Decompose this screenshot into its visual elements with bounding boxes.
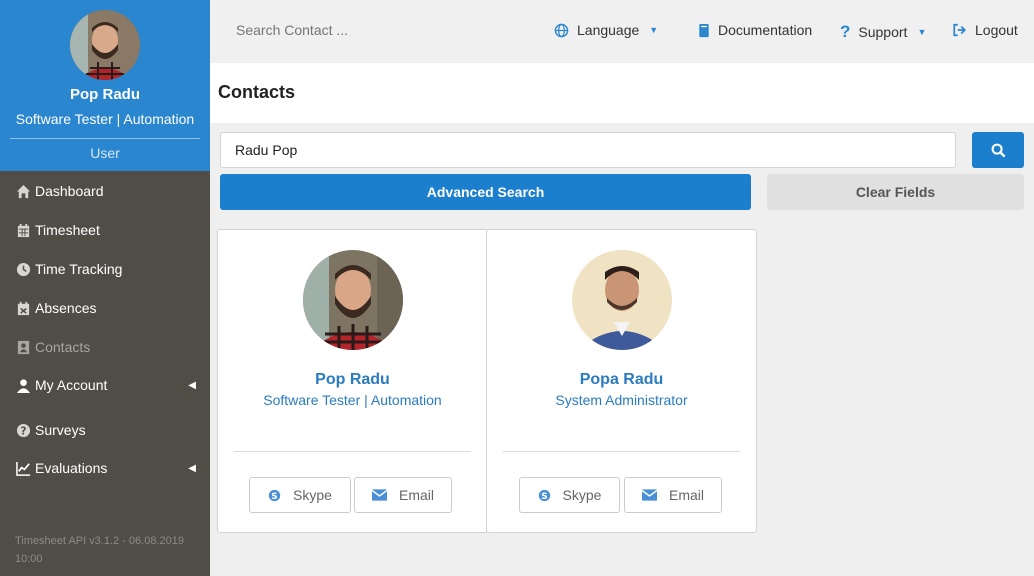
clock-icon <box>16 262 31 276</box>
envelope-icon <box>641 489 657 501</box>
page-header: Contacts <box>210 63 1034 123</box>
sidebar-item-timesheet[interactable]: Timesheet <box>0 212 210 248</box>
email-label: Email <box>398 487 434 503</box>
globe-icon <box>554 23 569 37</box>
sidebar-item-label: Contacts <box>35 339 91 355</box>
sidebar-item-time-tracking[interactable]: Time Tracking <box>0 251 210 287</box>
caret-down-icon: ▼ <box>649 25 659 35</box>
logout-label: Logout <box>975 22 1018 38</box>
avatar <box>303 250 403 350</box>
version-text: Timesheet API v3.1.2 - 06.08.2019 10:00 <box>15 535 184 565</box>
profile-panel: Pop Radu Software Tester | Automation Us… <box>0 0 210 171</box>
clear-fields-button[interactable]: Clear Fields <box>767 174 1024 210</box>
calendar-x-icon <box>17 301 30 315</box>
sidebar-item-label: Timesheet <box>35 222 100 238</box>
avatar <box>70 10 140 80</box>
svg-text:?: ? <box>21 425 27 437</box>
question-circle-icon: ? <box>16 423 31 437</box>
contact-search-input[interactable] <box>220 132 956 168</box>
sidebar-item-my-account[interactable]: My Account ◀ <box>0 367 210 403</box>
contact-card: Pop Radu Software Tester | Automation S … <box>217 229 488 533</box>
line-chart-icon <box>16 461 31 476</box>
sidebar-item-label: Dashboard <box>35 183 104 199</box>
caret-left-icon: ◀ <box>188 462 196 474</box>
avatar <box>572 250 672 350</box>
profile-title: Software Tester | Automation <box>15 111 195 127</box>
advanced-search-button[interactable]: Advanced Search <box>220 174 751 210</box>
contact-card: Popa Radu System Administrator S Skype E… <box>486 229 757 533</box>
search-button[interactable] <box>972 132 1024 168</box>
home-icon <box>16 184 31 198</box>
contact-card-icon <box>17 340 30 354</box>
language-dropdown[interactable]: Language ▼ <box>554 22 658 38</box>
support-dropdown[interactable]: ? Support ▼ <box>840 22 926 42</box>
skype-icon: S <box>268 489 281 501</box>
envelope-icon <box>371 489 387 501</box>
card-divider <box>234 451 471 452</box>
support-label: Support <box>858 24 908 40</box>
caret-left-icon: ◀ <box>188 379 196 391</box>
card-divider <box>503 451 740 452</box>
skype-icon: S <box>538 489 550 501</box>
sidebar-item-label: Surveys <box>35 422 86 438</box>
sidebar-item-evaluations[interactable]: Evaluations ◀ <box>0 450 210 486</box>
sidebar-item-dashboard[interactable]: Dashboard <box>0 173 210 209</box>
svg-text:S: S <box>541 491 547 501</box>
documentation-link[interactable]: Documentation <box>698 22 812 38</box>
sidebar-item-label: My Account <box>35 377 108 393</box>
sidebar-item-surveys[interactable]: ? Surveys <box>0 412 210 448</box>
sidebar-item-absences[interactable]: Absences <box>0 290 210 326</box>
contact-name[interactable]: Pop Radu <box>218 371 487 389</box>
search-icon <box>991 143 1005 157</box>
contact-name[interactable]: Popa Radu <box>487 371 756 389</box>
contact-title: Software Tester | Automation <box>263 392 442 408</box>
question-icon: ? <box>840 22 851 41</box>
documentation-label: Documentation <box>718 22 813 38</box>
email-label: Email <box>668 487 704 503</box>
logout-link[interactable]: Logout <box>952 22 1018 38</box>
contact-title: System Administrator <box>555 392 688 408</box>
book-icon <box>699 23 709 37</box>
sidebar: Pop Radu Software Tester | Automation Us… <box>0 0 210 576</box>
user-icon <box>16 378 31 393</box>
skype-button[interactable]: S Skype <box>249 477 351 513</box>
skype-label: Skype <box>562 487 602 503</box>
logout-icon <box>953 23 966 37</box>
profile-role: User <box>90 145 120 161</box>
email-button[interactable]: Email <box>354 477 452 513</box>
email-button[interactable]: Email <box>624 477 722 513</box>
profile-divider <box>10 138 200 139</box>
language-label: Language <box>577 22 640 38</box>
sidebar-item-label: Evaluations <box>35 460 108 476</box>
sidebar-item-label: Time Tracking <box>35 261 123 277</box>
skype-label: Skype <box>293 487 332 503</box>
sidebar-item-label: Absences <box>35 300 97 316</box>
sidebar-item-contacts[interactable]: Contacts <box>0 329 210 365</box>
page-title: Contacts <box>218 82 296 102</box>
skype-button[interactable]: S Skype <box>519 477 620 513</box>
search-contact-input[interactable] <box>236 22 436 38</box>
svg-text:S: S <box>271 491 277 501</box>
profile-name: Pop Radu <box>70 86 140 103</box>
caret-down-icon: ▼ <box>917 27 927 37</box>
calendar-icon <box>17 223 30 237</box>
top-bar: Language ▼ Documentation ? Support ▼ Log… <box>210 0 1034 63</box>
